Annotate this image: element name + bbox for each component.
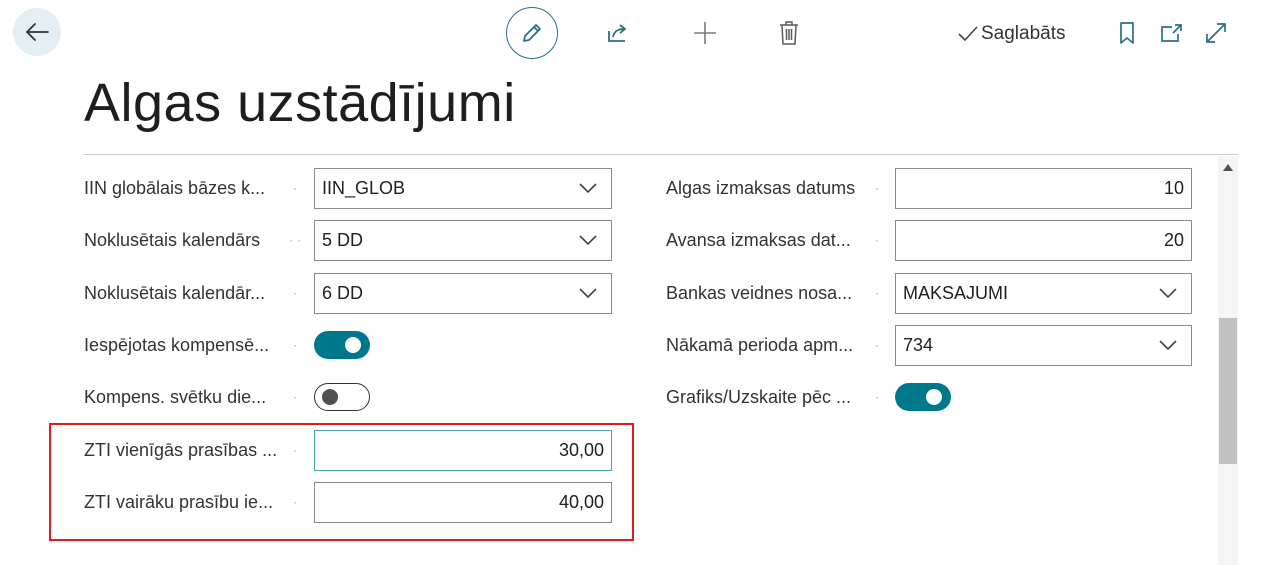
back-arrow-icon [26,23,49,41]
back-button[interactable] [13,8,61,56]
advance-payment-date-input[interactable]: 20 [895,219,1192,261]
field-label: Grafiks/Uzskaite pēc ... [666,386,852,407]
scroll-up-button[interactable] [1218,158,1238,176]
label-dots: · [293,390,301,404]
trash-icon [780,21,798,45]
label-dots: · [875,286,883,300]
scroll-up-arrow-icon [1223,163,1233,171]
checkmark-icon [958,26,978,42]
field-label: Kompens. svētku die... [84,386,267,407]
label-dots: · [293,338,301,352]
highlight-box [49,423,634,541]
field-label: Bankas veidnes nosa... [666,282,853,303]
field-label: Iespējotas kompensē... [84,334,270,355]
bookmark-icon [1120,22,1134,44]
iin-global-base-dropdown[interactable]: IIN_GLOB [314,167,612,209]
chevron-down-icon [1159,340,1177,351]
field-row-salary-payment-date: Algas izmaksas datums · 10 [666,167,1192,209]
field-row-bank-template: Bankas veidnes nosa... · MAKSAJUMI [666,272,1192,314]
field-value: IIN_GLOB [322,177,406,198]
field-value: 20 [1163,229,1184,250]
default-calendar-2-dropdown[interactable]: 6 DD [314,272,612,314]
field-label: Noklusētais kalendārs [84,229,261,250]
field-value: 5 DD [322,229,364,250]
plus-icon [694,22,716,44]
field-row-iin-global-base: IIN globālais bāzes k... · IIN_GLOB [84,167,612,209]
label-dots: · [293,286,301,300]
open-new-window-button[interactable] [1157,18,1187,48]
saved-status: Saglabāts [957,22,1066,46]
field-label: IIN globālais bāzes k... [84,177,266,198]
open-new-window-icon [1161,24,1182,42]
field-label: Avansa izmaksas dat... [666,229,851,250]
chevron-down-icon [579,235,597,246]
field-row-schedule-accounting: Grafiks/Uzskaite pēc ... · [666,376,951,418]
share-button[interactable] [603,18,633,48]
holiday-compensation-toggle[interactable] [314,383,370,411]
salary-payment-date-input[interactable]: 10 [895,167,1192,209]
field-value: MAKSAJUMI [903,282,1009,303]
field-value: 6 DD [322,282,364,303]
toggle-knob [926,389,942,405]
schedule-accounting-toggle[interactable] [895,383,951,411]
delete-button[interactable] [774,18,804,48]
field-row-advance-payment-date: Avansa izmaksas dat... · 20 [666,219,1192,261]
field-value: 10 [1163,177,1184,198]
field-label: Algas izmaksas datums [666,177,856,198]
bank-template-dropdown[interactable]: MAKSAJUMI [895,272,1192,314]
label-dots: · [875,338,883,352]
bookmark-button[interactable] [1112,18,1142,48]
label-dots: · [293,181,301,195]
page-title: Algas uzstādījumi [84,73,516,133]
next-period-dropdown[interactable]: 734 [895,324,1192,366]
toggle-knob [322,388,338,405]
field-value: 734 [903,334,934,355]
label-dots: · [875,181,883,195]
scrollbar-thumb[interactable] [1219,318,1237,464]
toggle-knob [345,337,361,353]
field-row-enabled-compensation: Iespējotas kompensē... · [84,324,370,366]
enabled-compensation-toggle[interactable] [314,331,370,359]
pencil-icon [523,24,541,42]
share-icon [608,24,626,42]
chevron-down-icon [579,183,597,194]
label-dots: · [875,233,883,247]
field-row-default-calendar: Noklusētais kalendārs ·· 5 DD [84,219,612,261]
label-dots: ·· [289,233,305,247]
field-label: Nākamā perioda apm... [666,334,854,355]
field-row-next-period: Nākamā perioda apm... · 734 [666,324,1192,366]
default-calendar-dropdown[interactable]: 5 DD [314,219,612,261]
edit-button[interactable] [506,7,558,59]
expand-button[interactable] [1201,18,1231,48]
chevron-down-icon [1159,288,1177,299]
chevron-down-icon [579,288,597,299]
label-dots: · [875,390,883,404]
saved-label: Saglabāts [981,23,1066,44]
field-label: Noklusētais kalendār... [84,282,266,303]
title-divider [84,154,1238,155]
new-button[interactable] [690,18,720,48]
field-row-holiday-compensation: Kompens. svētku die... · [84,376,370,418]
field-row-default-calendar-2: Noklusētais kalendār... · 6 DD [84,272,612,314]
expand-icon [1206,23,1226,43]
